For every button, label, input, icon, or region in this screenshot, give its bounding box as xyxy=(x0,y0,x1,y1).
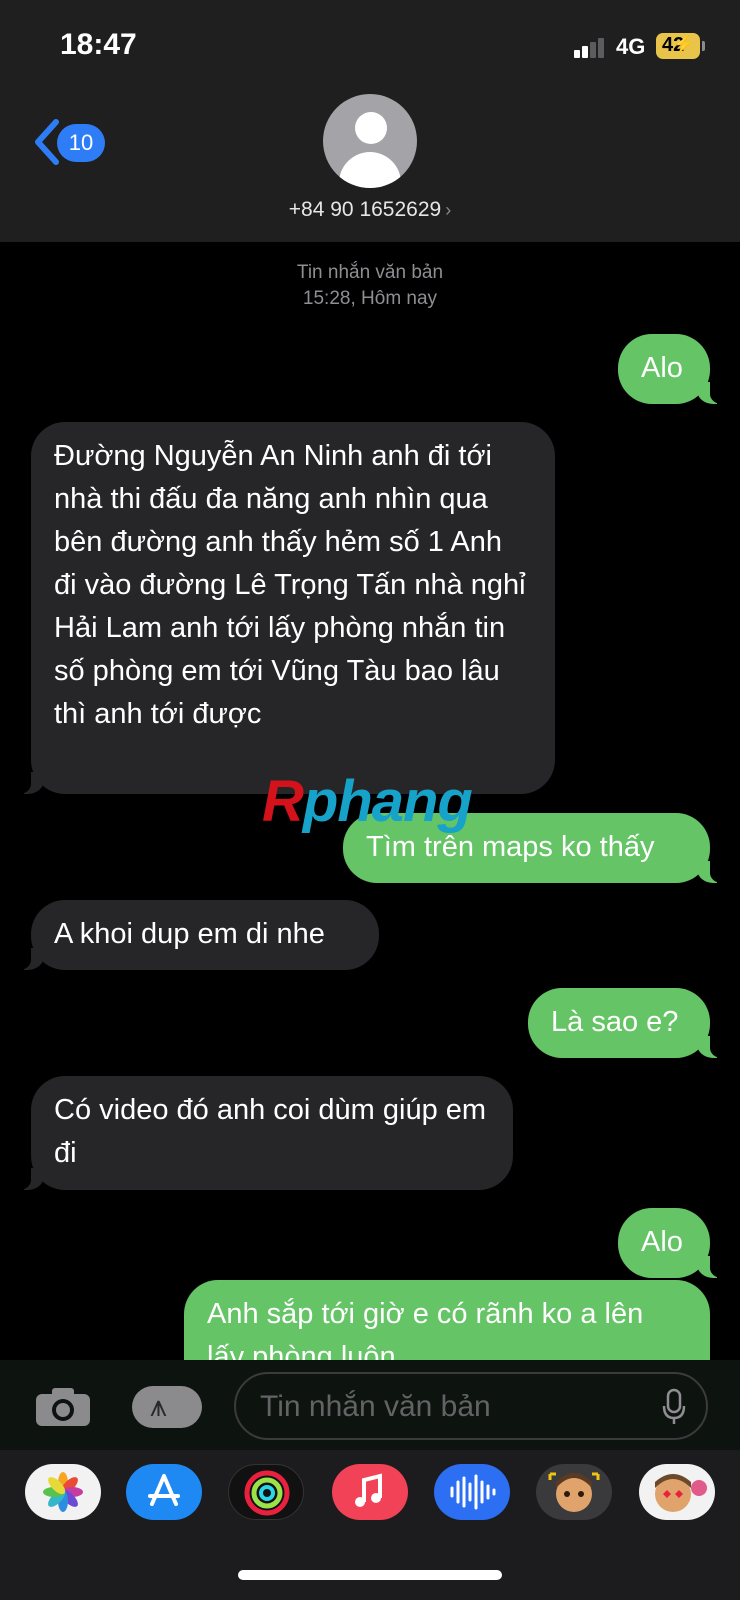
thread-type-label: Tin nhắn văn bản xyxy=(296,262,444,283)
music-app-icon[interactable] xyxy=(332,1464,408,1520)
chevron-right-icon: › xyxy=(445,200,452,220)
message-bubble-outgoing[interactable]: Alo xyxy=(618,334,730,404)
status-time: 18:47 xyxy=(60,28,137,61)
memoji-stickers-app-icon[interactable] xyxy=(639,1464,715,1520)
back-unread-badge[interactable]: 10 xyxy=(57,124,105,162)
app-store-app-icon[interactable] xyxy=(126,1464,202,1520)
cellular-signal-icon xyxy=(574,38,604,58)
contact-name: +84 90 1652629 xyxy=(288,198,442,221)
app-store-button[interactable]: ⩚ xyxy=(132,1386,202,1428)
microphone-icon[interactable] xyxy=(662,1388,686,1426)
compose-bar: ⩚ xyxy=(0,1360,740,1450)
home-indicator[interactable] xyxy=(238,1570,502,1580)
camera-icon[interactable] xyxy=(34,1386,92,1428)
app-store-icon: ⩚ xyxy=(150,1390,167,1423)
message-bubble-incoming[interactable]: Đường Nguyễn An Ninh anh đi tới nhà thi … xyxy=(11,422,555,794)
watermark-logo: Rphang xyxy=(262,769,473,834)
thread-timestamp: 15:28, Hôm nay xyxy=(302,288,438,309)
voice-memos-app-icon[interactable] xyxy=(434,1464,510,1520)
message-bubble-outgoing[interactable]: Alo xyxy=(618,1208,730,1278)
network-type: 4G xyxy=(616,34,646,59)
message-bubble-incoming[interactable]: A khoi dup em di nhe xyxy=(11,900,379,970)
message-bubble-outgoing[interactable]: Là sao e? xyxy=(528,988,730,1058)
message-input-field[interactable] xyxy=(234,1372,708,1440)
contact-avatar[interactable] xyxy=(323,94,417,188)
message-bubble-incoming[interactable]: Có video đó anh coi dùm giúp em đi xyxy=(11,1076,513,1190)
photos-app-icon[interactable] xyxy=(25,1464,101,1520)
contact-name-button[interactable]: +84 90 1652629 › xyxy=(0,198,740,222)
fitness-app-icon[interactable] xyxy=(228,1464,304,1520)
battery-icon: 42 ⚡ xyxy=(656,33,705,59)
conversation-header: 18:47 4G 42 ⚡ 10 +84 90 1652629 › xyxy=(0,0,740,242)
memoji-app-icon[interactable] xyxy=(536,1464,612,1520)
message-input[interactable] xyxy=(258,1386,642,1428)
charging-bolt-icon: ⚡ xyxy=(672,34,695,54)
